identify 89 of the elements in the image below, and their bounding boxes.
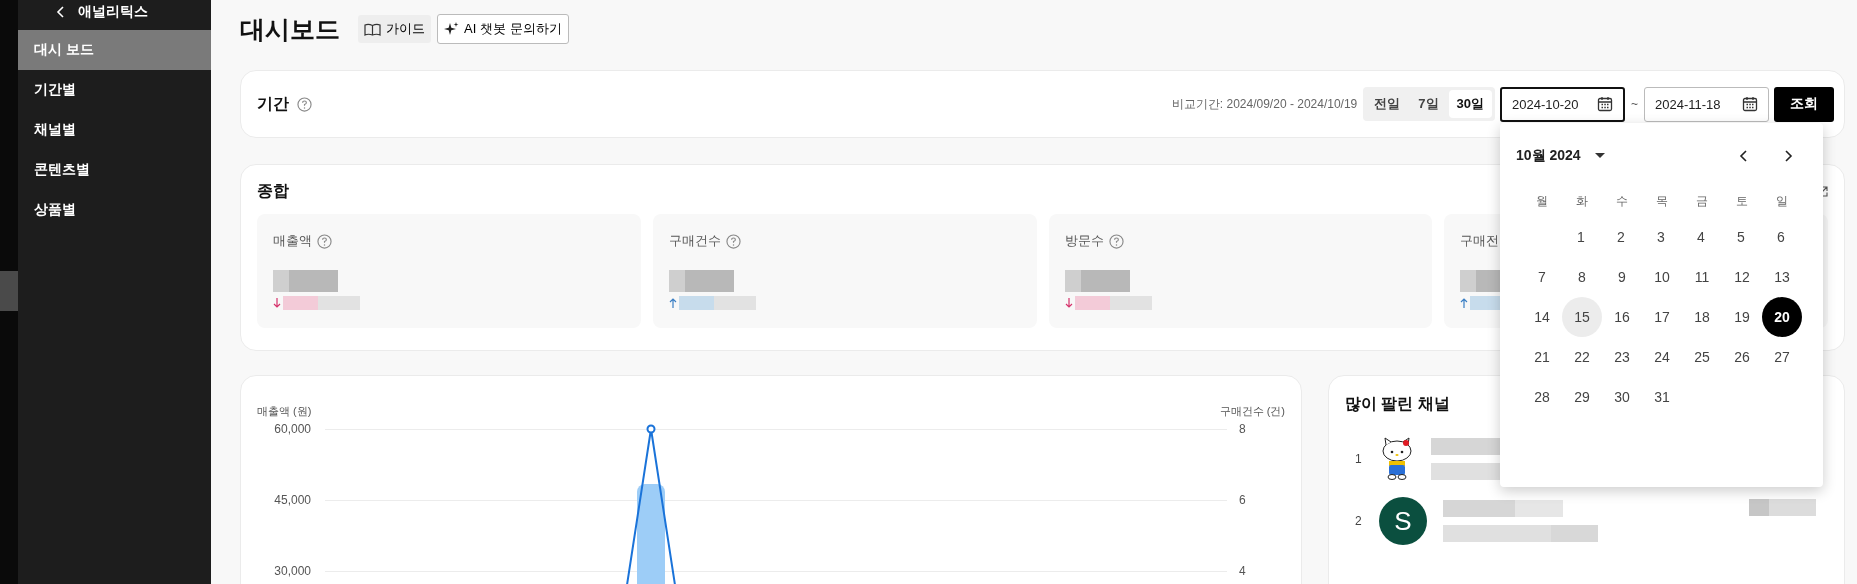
calendar-day[interactable]: 28: [1522, 376, 1562, 417]
calendar-day[interactable]: 25: [1682, 336, 1722, 377]
calendar-day[interactable]: 14: [1522, 296, 1562, 337]
weekday-label: 화: [1575, 193, 1589, 210]
redacted-value: [668, 270, 734, 292]
weekday-label: 목: [1655, 193, 1669, 210]
preset-tab[interactable]: 7일: [1410, 90, 1447, 118]
end-date-field[interactable]: 2024-11-18: [1644, 86, 1769, 122]
comparison-period: 비교기간: 2024/09/20 - 2024/10/19: [1171, 95, 1358, 113]
calendar-day[interactable]: 26: [1722, 336, 1762, 377]
calendar-day[interactable]: 23: [1602, 336, 1642, 377]
book-icon: [364, 22, 381, 36]
calendar-day[interactable]: 3: [1641, 216, 1681, 257]
axis-tick-label: 45,000: [273, 494, 312, 506]
calendar-day[interactable]: 8: [1562, 256, 1602, 297]
calendar-day[interactable]: 13: [1762, 256, 1802, 297]
weekday-label: 토: [1735, 193, 1749, 210]
ai-chatbot-button[interactable]: AI 챗봇 문의하기: [437, 14, 569, 44]
preset-tab[interactable]: 30일: [1448, 90, 1492, 118]
calendar-day[interactable]: 17: [1642, 296, 1682, 337]
calendar-day[interactable]: 5: [1721, 216, 1761, 257]
axis-title: 매출액 (원): [257, 404, 312, 419]
axis-tick-label: 6: [1238, 494, 1247, 506]
calendar-day[interactable]: 6: [1761, 216, 1801, 257]
previous-month-icon[interactable]: [1739, 149, 1749, 162]
guide-button[interactable]: 가이드: [358, 15, 431, 43]
weekday-label: 일: [1775, 193, 1789, 210]
sidebar-item[interactable]: 대시 보드: [18, 30, 211, 70]
sidebar-item[interactable]: 상품별: [18, 190, 211, 230]
rank-number: 2: [1355, 514, 1363, 528]
calendar-day[interactable]: 21: [1522, 336, 1562, 377]
calendar-day[interactable]: 18: [1682, 296, 1722, 337]
help-icon[interactable]: [297, 96, 312, 112]
sidebar-item[interactable]: 기간별: [18, 70, 211, 110]
calendar-day[interactable]: 22: [1562, 336, 1602, 377]
calendar-day[interactable]: 11: [1682, 256, 1722, 297]
caret-icon[interactable]: [1594, 152, 1605, 159]
weekday-label: 월: [1535, 193, 1549, 210]
metric-label: 방문수: [1064, 232, 1104, 250]
metric-label: 매출액: [273, 232, 312, 250]
axis-title: 구매건수 (건): [1219, 404, 1285, 419]
redacted-value: [273, 270, 338, 292]
axis-tick-label: 4: [1238, 565, 1247, 577]
calendar-day[interactable]: 24: [1642, 336, 1682, 377]
help-icon[interactable]: [1108, 233, 1124, 249]
section-title: 종합: [257, 181, 289, 201]
axis-tick-label: 30,000: [273, 565, 312, 577]
nav-highlight: [0, 271, 18, 311]
section-title: 많이 팔린 채널: [1345, 394, 1450, 414]
calendar-day[interactable]: 1: [1561, 216, 1601, 257]
help-icon[interactable]: [317, 233, 332, 249]
calendar-day[interactable]: 9: [1602, 256, 1642, 297]
help-icon[interactable]: [725, 233, 741, 249]
next-month-icon[interactable]: [1783, 149, 1793, 162]
back-link[interactable]: 애널리틱스: [18, 0, 211, 24]
metric-label: 구매건수: [668, 232, 721, 250]
calendar-day[interactable]: 10: [1642, 256, 1682, 297]
calendar-day[interactable]: 15: [1562, 296, 1602, 337]
calendar-day[interactable]: 20: [1762, 296, 1802, 337]
channel-avatar: S: [1379, 497, 1427, 545]
calendar-icon: [1742, 96, 1758, 112]
start-date-field[interactable]: 2024-10-20: [1500, 86, 1625, 122]
preset-tab[interactable]: 전일: [1366, 90, 1409, 118]
calendar-day[interactable]: 27: [1762, 336, 1802, 377]
calendar-day[interactable]: 2: [1601, 216, 1641, 257]
calendar-day[interactable]: 4: [1681, 216, 1721, 257]
calendar-day[interactable]: 30: [1602, 376, 1642, 417]
month-selector[interactable]: 10월 2024: [1516, 146, 1581, 165]
metric-label: 구매전: [1460, 232, 1500, 250]
sidebar-item[interactable]: 콘텐츠별: [18, 150, 211, 190]
calendar-day[interactable]: 7: [1522, 256, 1562, 297]
date-separator: ~: [1631, 97, 1638, 111]
calendar-day[interactable]: 29: [1562, 376, 1602, 417]
rank-number: 1: [1355, 452, 1363, 466]
sidebar-item[interactable]: 채널별: [18, 110, 211, 150]
redacted-value: [1064, 270, 1130, 292]
section-title: 기간: [257, 93, 289, 114]
calendar-day[interactable]: 31: [1642, 376, 1682, 417]
axis-tick-label: 8: [1238, 423, 1247, 435]
cartoon-cat-avatar: [1379, 437, 1415, 481]
axis-tick-label: 60,000: [273, 423, 312, 435]
calendar-day[interactable]: 19: [1722, 296, 1762, 337]
weekday-label: 금: [1695, 193, 1709, 210]
page-title: 대시보드: [240, 13, 340, 45]
calendar-day[interactable]: 12: [1722, 256, 1762, 297]
search-button[interactable]: 조회: [1774, 86, 1834, 122]
calendar-icon: [1597, 96, 1613, 112]
calendar-day[interactable]: 16: [1602, 296, 1642, 337]
weekday-label: 수: [1615, 193, 1629, 210]
